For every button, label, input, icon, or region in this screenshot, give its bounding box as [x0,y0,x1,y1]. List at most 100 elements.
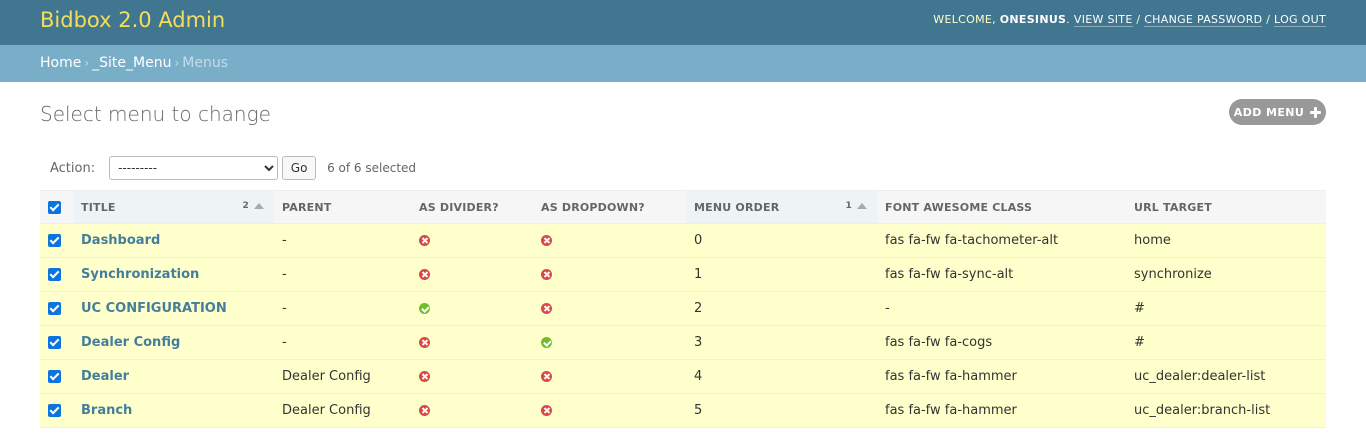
x-circle-icon [541,303,552,314]
x-circle-icon [419,371,430,382]
x-circle-icon [541,405,552,416]
x-circle-icon [419,337,430,348]
breadcrumb-app[interactable]: _Site_Menu [92,55,171,71]
as-divider-cell [411,325,533,360]
table-row: Synchronization - 1 fas fa-fw fa-sync-al… [40,257,1326,292]
column-header-parent[interactable]: PARENT [274,190,411,224]
selection-counter: 6 of 6 selected [327,161,417,175]
url-target-cell: home [1126,223,1326,258]
page-title: Select menu to change [40,102,271,126]
table-row: Dealer Dealer Config 4 fas fa-fw fa-hamm… [40,359,1326,394]
as-dropdown-cell [533,393,686,428]
title-cell: Branch [73,393,274,428]
column-header-as-divider[interactable]: AS DIVIDER? [411,190,533,224]
check-circle-icon [541,337,552,348]
menu-order-cell: 1 [686,257,877,292]
parent-cell: - [274,291,411,326]
url-target-cell: # [1126,325,1326,360]
add-menu-button[interactable]: ADD MENU [1229,99,1326,125]
row-select-cell [40,359,73,394]
row-title-link[interactable]: Synchronization [81,267,199,282]
sort-ascending-icon[interactable] [254,203,264,209]
breadcrumb-current: Menus [182,55,229,71]
title-cell: UC CONFIGURATION [73,291,274,326]
menu-order-cell: 4 [686,359,877,394]
x-circle-icon [541,269,552,280]
as-divider-cell [411,223,533,258]
add-menu-label: ADD MENU [1233,105,1305,119]
row-title-link[interactable]: Dashboard [81,233,160,248]
row-checkbox[interactable] [48,268,61,281]
as-divider-cell [411,359,533,394]
view-site-link[interactable]: VIEW SITE [1073,13,1133,27]
check-circle-icon [419,303,430,314]
url-target-cell: # [1126,291,1326,326]
table-row: Branch Dealer Config 5 fas fa-fw fa-hamm… [40,393,1326,428]
actions-bar: Action: --------- Go 6 of 6 selected [50,156,416,180]
row-title-link[interactable]: Dealer Config [81,335,180,350]
row-checkbox[interactable] [48,302,61,315]
as-dropdown-cell [533,359,686,394]
title-cell: Dashboard [73,223,274,258]
sort-priority: 2 [242,201,249,211]
breadcrumb: Home › _Site_Menu › Menus [0,45,1366,82]
as-dropdown-cell [533,325,686,360]
row-select-cell [40,291,73,326]
row-select-cell [40,257,73,292]
go-button[interactable]: Go [282,156,317,180]
welcome-text: WELCOME, [933,13,996,26]
table-row: Dealer Config - 3 fas fa-fw fa-cogs # [40,325,1326,360]
select-all-header [40,190,73,224]
column-header-title[interactable]: TITLE 2 [73,190,274,224]
row-checkbox[interactable] [48,234,61,247]
user-tools: WELCOME, ONESINUS. VIEW SITE / CHANGE PA… [933,13,1326,27]
row-select-cell [40,223,73,258]
row-checkbox[interactable] [48,370,61,383]
column-header-url-target[interactable]: URL TARGET [1126,190,1326,224]
as-dropdown-cell [533,291,686,326]
parent-cell: Dealer Config [274,359,411,394]
action-select[interactable]: --------- [109,156,279,180]
column-header-menu-order[interactable]: MENU ORDER 1 [686,190,877,224]
as-dropdown-cell [533,223,686,258]
x-circle-icon [419,405,430,416]
parent-cell: - [274,325,411,360]
x-circle-icon [541,371,552,382]
row-title-link[interactable]: Dealer [81,369,129,384]
change-password-link[interactable]: CHANGE PASSWORD [1144,13,1263,27]
column-menu-order-label: MENU ORDER [694,200,780,214]
font-awesome-cell: fas fa-fw fa-hammer [877,359,1126,394]
row-title-link[interactable]: Branch [81,403,132,418]
table-row: Dashboard - 0 fas fa-fw fa-tachometer-al… [40,223,1326,258]
results-table: TITLE 2 PARENT AS DIVIDER? AS DROPDOWN? … [40,190,1326,428]
as-dropdown-cell [533,257,686,292]
url-target-cell: synchronize [1126,257,1326,292]
title-cell: Dealer Config [73,325,274,360]
action-label: Action: [50,160,96,176]
row-title-link[interactable]: UC CONFIGURATION [81,301,227,316]
title-cell: Dealer [73,359,274,394]
font-awesome-cell: fas fa-fw fa-sync-alt [877,257,1126,292]
log-out-link[interactable]: LOG OUT [1274,13,1326,27]
row-checkbox[interactable] [48,336,61,349]
breadcrumb-home[interactable]: Home [40,55,81,71]
title-cell: Synchronization [73,257,274,292]
as-divider-cell [411,393,533,428]
sort-priority: 1 [845,201,852,211]
row-checkbox[interactable] [48,404,61,417]
column-title-label: TITLE [81,200,116,214]
column-header-font-awesome[interactable]: FONT AWESOME CLASS [877,190,1126,224]
select-all-checkbox[interactable] [48,200,61,214]
sort-ascending-icon[interactable] [857,203,867,209]
site-brand[interactable]: Bidbox 2.0 Admin [40,8,225,32]
as-divider-cell [411,257,533,292]
column-header-as-dropdown[interactable]: AS DROPDOWN? [533,190,686,224]
table-row: UC CONFIGURATION - 2 - # [40,291,1326,326]
menu-order-cell: 0 [686,223,877,258]
font-awesome-cell: fas fa-fw fa-hammer [877,393,1126,428]
parent-cell: - [274,257,411,292]
parent-cell: Dealer Config [274,393,411,428]
as-divider-cell [411,291,533,326]
x-circle-icon [419,235,430,246]
url-target-cell: uc_dealer:dealer-list [1126,359,1326,394]
